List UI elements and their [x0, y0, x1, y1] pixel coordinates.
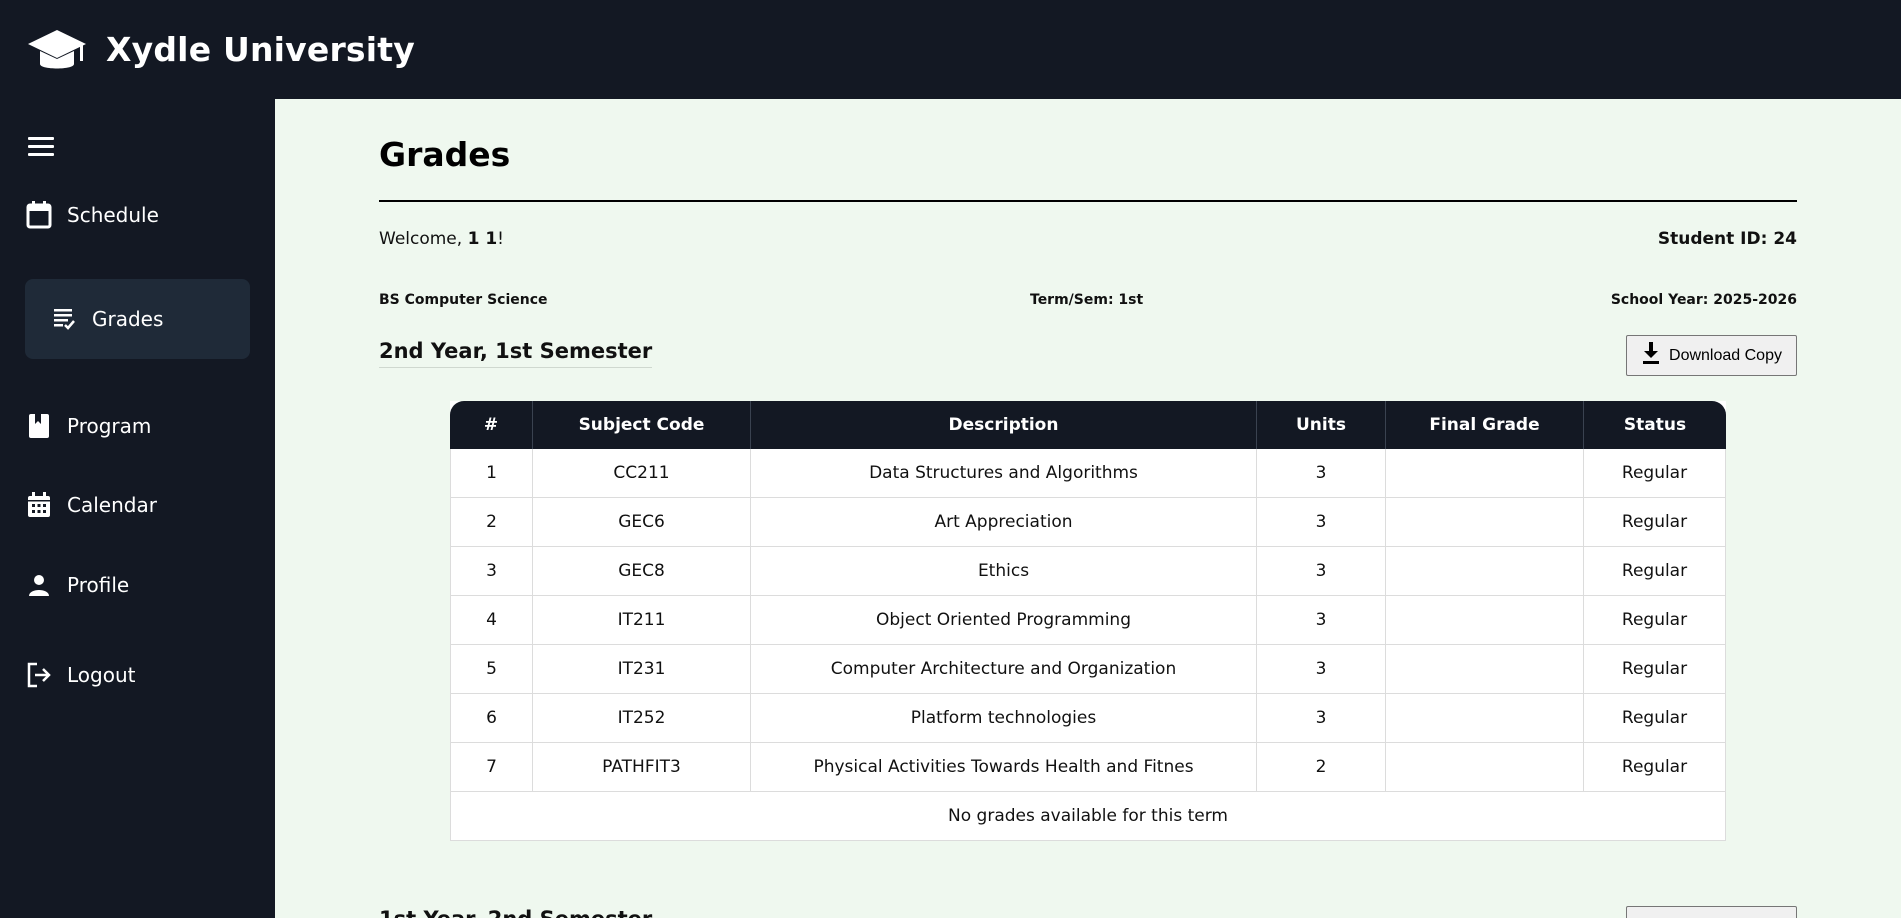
subject-code: IT252 — [533, 694, 751, 743]
sidebar-item-logout[interactable]: Logout — [25, 635, 250, 715]
units: 3 — [1257, 694, 1386, 743]
units: 3 — [1257, 547, 1386, 596]
column-header-number: # — [450, 401, 533, 449]
empty-message-row: No grades available for this term — [450, 792, 1726, 841]
final-grade — [1386, 596, 1584, 645]
row-number: 4 — [450, 596, 533, 645]
subject-code: GEC8 — [533, 547, 751, 596]
column-header-units: Units — [1257, 401, 1386, 449]
app-title: Xydle University — [106, 30, 415, 69]
sidebar-item-label: Schedule — [67, 203, 159, 227]
subject-description: Art Appreciation — [751, 498, 1257, 547]
logout-icon — [25, 661, 53, 689]
download-copy-button[interactable]: Download Copy — [1626, 335, 1797, 376]
subject-code: GEC6 — [533, 498, 751, 547]
sidebar-item-label: Profile — [67, 573, 130, 597]
row-number: 1 — [450, 449, 533, 498]
row-number: 2 — [450, 498, 533, 547]
final-grade — [1386, 449, 1584, 498]
term-label: Term/Sem: 1st — [1030, 292, 1144, 308]
status: Regular — [1584, 645, 1726, 694]
book-icon — [25, 412, 53, 440]
units: 3 — [1257, 498, 1386, 547]
student-id: Student ID: 24 — [1657, 229, 1797, 249]
menu-toggle-icon[interactable] — [28, 137, 54, 159]
subject-description: Ethics — [751, 547, 1257, 596]
subject-description: Data Structures and Algorithms — [751, 449, 1257, 498]
column-header-description: Description — [751, 401, 1257, 449]
status: Regular — [1584, 694, 1726, 743]
welcome-message: Welcome, 1 1! — [379, 229, 504, 249]
units: 3 — [1257, 596, 1386, 645]
table-row: 7 PATHFIT3 Physical Activities Towards H… — [450, 743, 1726, 792]
row-number: 6 — [450, 694, 533, 743]
grades-table: # Subject Code Description Units Final G… — [450, 401, 1726, 841]
subject-code: IT231 — [533, 645, 751, 694]
final-grade — [1386, 547, 1584, 596]
column-header-final-grade: Final Grade — [1386, 401, 1584, 449]
status: Regular — [1584, 498, 1726, 547]
table-row: 4 IT211 Object Oriented Programming 3 Re… — [450, 596, 1726, 645]
page-title: Grades — [379, 135, 511, 174]
calendar-grid-icon — [25, 491, 53, 519]
school-year-label: School Year: 2025-2026 — [1610, 292, 1797, 308]
row-number: 5 — [450, 645, 533, 694]
final-grade — [1386, 645, 1584, 694]
units: 3 — [1257, 449, 1386, 498]
empty-message: No grades available for this term — [450, 792, 1726, 841]
subject-description: Computer Architecture and Organization — [751, 645, 1257, 694]
final-grade — [1386, 743, 1584, 792]
subject-description: Physical Activities Towards Health and F… — [751, 743, 1257, 792]
grades-list-icon — [50, 305, 78, 333]
sidebar-item-grades[interactable]: Grades — [25, 279, 250, 359]
sidebar-item-label: Grades — [92, 307, 164, 331]
main-content: Grades Welcome, 1 1! Student ID: 24 BS C… — [275, 99, 1901, 918]
sidebar-item-label: Logout — [67, 663, 136, 687]
table-row: 6 IT252 Platform technologies 3 Regular — [450, 694, 1726, 743]
download-icon — [1643, 341, 1660, 364]
sidebar-item-label: Program — [67, 414, 152, 438]
final-grade — [1386, 498, 1584, 547]
subject-code: IT211 — [533, 596, 751, 645]
column-header-subject-code: Subject Code — [533, 401, 751, 449]
table-row: 1 CC211 Data Structures and Algorithms 3… — [450, 449, 1726, 498]
download-copy-label: Download Copy — [1669, 346, 1782, 364]
status: Regular — [1584, 596, 1726, 645]
title-divider — [379, 200, 1797, 202]
calendar-blank-icon — [25, 201, 53, 229]
table-row: 2 GEC6 Art Appreciation 3 Regular — [450, 498, 1726, 547]
table-header-row: # Subject Code Description Units Final G… — [450, 401, 1726, 449]
sidebar-item-calendar[interactable]: Calendar — [25, 465, 250, 545]
subject-description: Object Oriented Programming — [751, 596, 1257, 645]
sidebar-item-schedule[interactable]: Schedule — [25, 175, 250, 255]
next-download-copy-button[interactable] — [1626, 906, 1797, 918]
units: 3 — [1257, 645, 1386, 694]
status: Regular — [1584, 547, 1726, 596]
status: Regular — [1584, 449, 1726, 498]
column-header-status: Status — [1584, 401, 1726, 449]
subject-code: CC211 — [533, 449, 751, 498]
subject-code: PATHFIT3 — [533, 743, 751, 792]
section-title: 2nd Year, 1st Semester — [379, 339, 653, 368]
row-number: 7 — [450, 743, 533, 792]
next-section-title: 1st Year, 2nd Semester — [379, 907, 652, 918]
units: 2 — [1257, 743, 1386, 792]
welcome-name: 1 1 — [467, 229, 498, 249]
sidebar: Schedule Grades Program Calendar Profile… — [0, 99, 275, 918]
welcome-prefix: Welcome, — [379, 229, 468, 249]
top-bar: Xydle University — [0, 0, 1901, 99]
person-icon — [25, 571, 53, 599]
table-row: 3 GEC8 Ethics 3 Regular — [450, 547, 1726, 596]
status: Regular — [1584, 743, 1726, 792]
welcome-suffix: ! — [497, 229, 504, 249]
sidebar-item-label: Calendar — [67, 493, 157, 517]
final-grade — [1386, 694, 1584, 743]
row-number: 3 — [450, 547, 533, 596]
program-name: BS Computer Science — [379, 292, 548, 308]
subject-description: Platform technologies — [751, 694, 1257, 743]
sidebar-item-profile[interactable]: Profile — [25, 545, 250, 625]
table-row: 5 IT231 Computer Architecture and Organi… — [450, 645, 1726, 694]
graduation-cap-icon — [28, 30, 86, 69]
sidebar-item-program[interactable]: Program — [25, 386, 250, 466]
